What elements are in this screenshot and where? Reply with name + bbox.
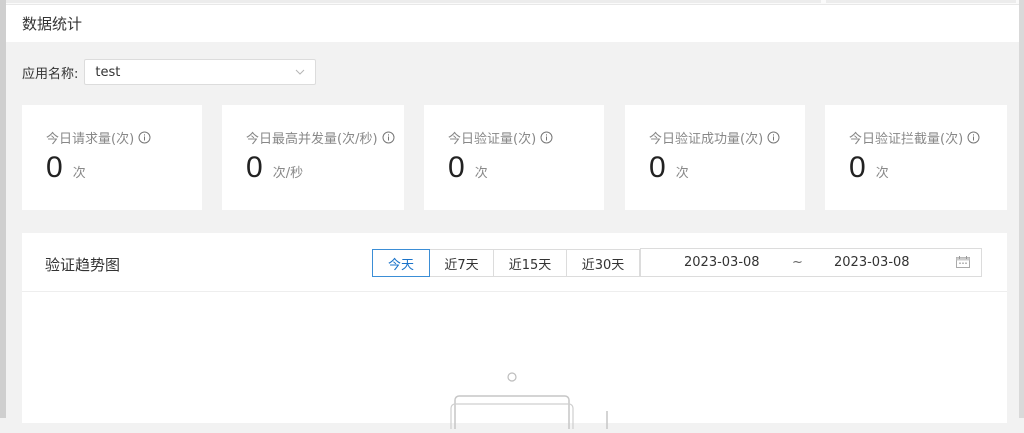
date-range-picker[interactable]: 2023-03-08 ~ 2023-03-08 <box>640 248 982 277</box>
stat-value: 0 <box>246 151 263 184</box>
stat-title-text: 今日最高并发量(次/秒) <box>246 132 378 147</box>
stat-card-verify-success: 今日验证成功量(次) 0 次 <box>625 105 805 210</box>
stat-card-peak-concurrency: 今日最高并发量(次/秒) 0 次/秒 <box>222 105 404 210</box>
stat-unit: 次 <box>72 166 86 181</box>
stat-unit: 次 <box>675 166 689 181</box>
app-select[interactable]: test <box>84 59 317 85</box>
tab-last-30-days[interactable]: 近30天 <box>566 249 640 277</box>
chevron-down-icon <box>295 69 305 75</box>
stat-value-row: 0 次 <box>649 151 689 185</box>
stat-unit: 次 <box>875 166 889 181</box>
stat-title: 今日请求量(次) <box>46 128 151 147</box>
stat-title-text: 今日请求量(次) <box>46 132 135 147</box>
stat-title-text: 今日验证成功量(次) <box>649 132 764 147</box>
stat-title-text: 今日验证拦截量(次) <box>849 132 964 147</box>
date-end: 2023-03-08 <box>834 255 910 270</box>
stat-value-row: 0 次 <box>448 151 488 185</box>
stat-value: 0 <box>649 151 666 184</box>
stat-value: 0 <box>448 151 465 184</box>
stat-card-requests: 今日请求量(次) 0 次 <box>22 105 202 210</box>
range-tabs: 今天 近7天 近15天 近30天 <box>372 249 640 277</box>
page-title: 数据统计 <box>22 15 83 33</box>
stat-value-row: 0 次 <box>46 151 86 185</box>
stat-card-verify-blocked: 今日验证拦截量(次) 0 次 <box>825 105 1007 210</box>
stat-value: 0 <box>46 151 63 184</box>
info-icon[interactable] <box>138 131 151 144</box>
info-icon[interactable] <box>967 131 980 144</box>
stat-value-row: 0 次 <box>849 151 889 185</box>
stat-card-verifications: 今日验证量(次) 0 次 <box>424 105 604 210</box>
stat-title: 今日验证成功量(次) <box>649 128 780 147</box>
app-select-value: test <box>95 64 121 80</box>
scrollbar-track[interactable] <box>1019 0 1024 418</box>
app-name-label: 应用名称: <box>22 66 79 82</box>
date-start: 2023-03-08 <box>684 255 760 270</box>
stat-unit: 次 <box>474 166 488 181</box>
stat-value-row: 0 次/秒 <box>246 151 303 185</box>
empty-state-illustration <box>447 369 617 433</box>
stat-unit: 次/秒 <box>272 166 304 181</box>
stat-title-text: 今日验证量(次) <box>448 132 537 147</box>
stat-title: 今日验证拦截量(次) <box>849 128 980 147</box>
trend-title: 验证趋势图 <box>45 256 121 274</box>
tab-last-7-days[interactable]: 近7天 <box>429 249 494 277</box>
calendar-icon[interactable] <box>956 256 970 272</box>
top-strip-segment <box>826 0 1016 3</box>
tab-today[interactable]: 今天 <box>372 249 430 277</box>
top-strip-segment <box>6 0 821 3</box>
info-icon[interactable] <box>767 131 780 144</box>
stat-title: 今日最高并发量(次/秒) <box>246 128 395 147</box>
stat-title: 今日验证量(次) <box>448 128 553 147</box>
tab-last-15-days[interactable]: 近15天 <box>493 249 567 277</box>
info-icon[interactable] <box>382 131 395 144</box>
trend-panel: 验证趋势图 今天 近7天 近15天 近30天 2023-03-08 ~ 2023… <box>22 233 1007 433</box>
trend-header: 验证趋势图 今天 近7天 近15天 近30天 2023-03-08 ~ 2023… <box>22 233 1007 292</box>
left-edge-bar <box>0 0 6 418</box>
info-icon[interactable] <box>540 131 553 144</box>
page-header: 数据统计 <box>6 5 1019 42</box>
stat-value: 0 <box>849 151 866 184</box>
app-filter: 应用名称: test <box>22 58 317 86</box>
date-separator: ~ <box>792 255 803 270</box>
